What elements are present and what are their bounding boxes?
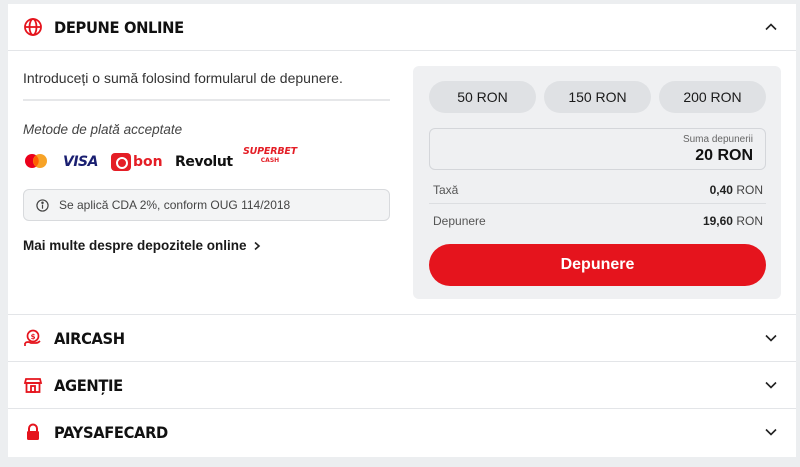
row-divider: [429, 203, 766, 204]
intro-text: Introduceți o sumă folosind formularul d…: [23, 70, 343, 86]
intro-divider: [23, 99, 390, 101]
bon-mark-icon: [111, 153, 131, 171]
store-icon: [22, 374, 44, 396]
chevron-right-icon: [254, 241, 260, 250]
deposit-amount-input[interactable]: Suma depunerii 20 RON: [429, 128, 766, 170]
section-title: AIRCASH: [54, 328, 125, 348]
mastercard-logo: [23, 150, 49, 174]
amount-field-label: Suma depunerii: [682, 134, 753, 145]
section-title: PAYSAFECARD: [54, 422, 168, 442]
visa-logo: VISA: [63, 154, 98, 170]
chevron-down-icon[interactable]: [764, 425, 778, 439]
svg-text:$: $: [31, 333, 36, 341]
divider: [8, 50, 796, 51]
coin-hand-icon: $: [22, 327, 44, 349]
section-header-agentie[interactable]: AGENȚIE: [8, 362, 796, 408]
section-header-paysafecard[interactable]: PAYSAFECARD: [8, 409, 796, 455]
chevron-down-icon[interactable]: [764, 378, 778, 392]
section-header-depune-online[interactable]: DEPUNE ONLINE: [8, 4, 796, 50]
deposit-button[interactable]: Depunere: [429, 244, 766, 286]
lock-icon: [22, 421, 44, 443]
cda-info-box: Se aplică CDA 2%, conform OUG 114/2018: [23, 189, 390, 221]
payment-logos: VISA bon Revolut SUPERBET CASH: [23, 146, 403, 174]
fee-row: Taxă 0,40 RON: [433, 183, 763, 197]
amount-chip-50[interactable]: 50 RON: [429, 81, 536, 113]
section-title: AGENȚIE: [54, 375, 123, 395]
info-icon: [36, 198, 49, 212]
fee-label: Taxă: [433, 183, 459, 197]
bon-logo: bon: [111, 150, 163, 174]
deposit-row: Depunere 19,60 RON: [433, 214, 763, 228]
deposit-label: Depunere: [433, 214, 486, 228]
revolut-logo: Revolut: [175, 154, 233, 170]
deposit-value: 19,60 RON: [702, 214, 763, 228]
fee-value: 0,40 RON: [709, 183, 763, 197]
globe-icon: [22, 16, 44, 38]
amount-field-value[interactable]: 20 RON: [695, 147, 753, 165]
superbet-cash-logo: SUPERBET CASH: [243, 146, 297, 164]
deposit-methods-card: DEPUNE ONLINE Introduceți o sumă folosin…: [8, 4, 796, 457]
more-about-online-deposits-link[interactable]: Mai multe despre depozitele online: [23, 238, 261, 253]
section-header-aircash[interactable]: $ AIRCASH: [8, 315, 796, 361]
deposit-panel: 50 RON 150 RON 200 RON Suma depunerii 20…: [413, 66, 781, 299]
cda-info-text: Se aplică CDA 2%, conform OUG 114/2018: [59, 198, 291, 212]
chevron-up-icon[interactable]: [764, 20, 778, 34]
section-title: DEPUNE ONLINE: [54, 17, 184, 37]
payment-methods-label: Metode de plată acceptate: [23, 122, 183, 137]
amount-chip-200[interactable]: 200 RON: [659, 81, 766, 113]
chevron-down-icon[interactable]: [764, 331, 778, 345]
amount-chip-150[interactable]: 150 RON: [544, 81, 651, 113]
